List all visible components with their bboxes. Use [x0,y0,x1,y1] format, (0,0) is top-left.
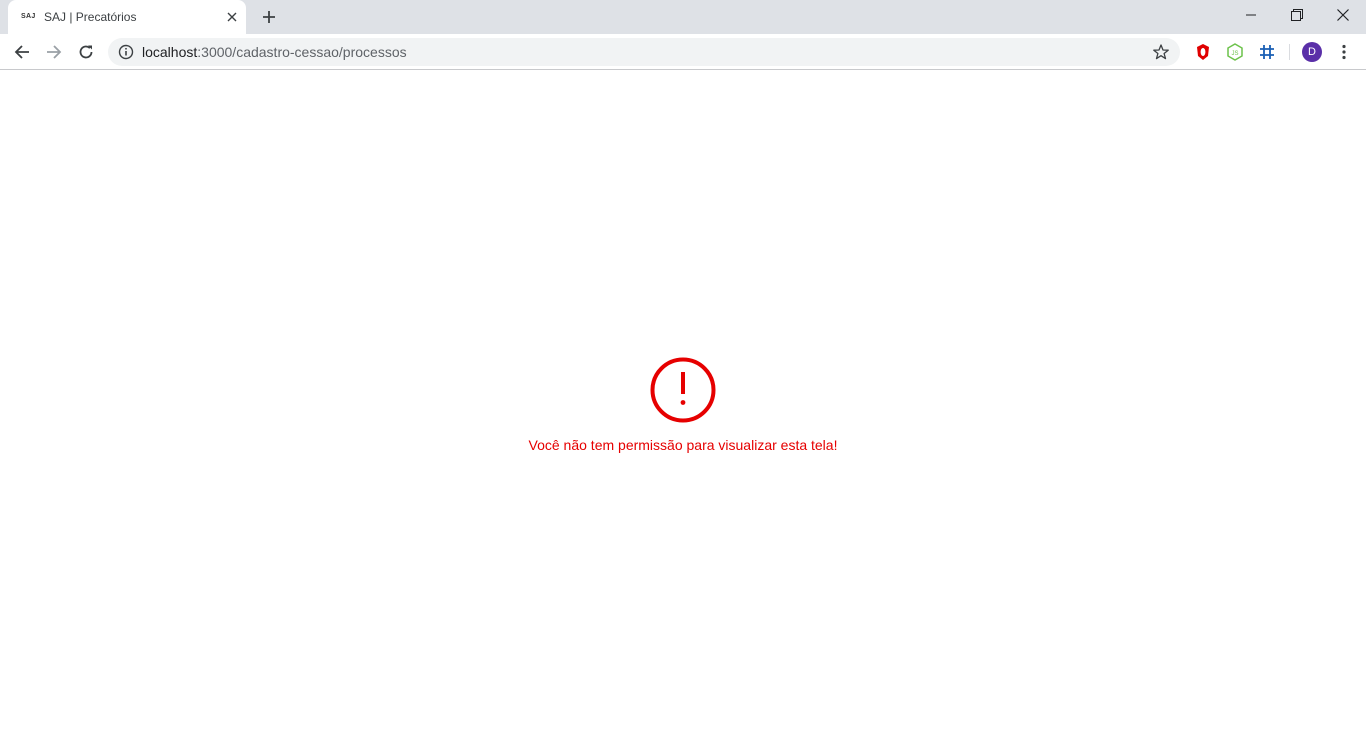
restore-window-icon[interactable] [1274,0,1320,30]
tab-favicon: SAJ [21,13,36,20]
address-bar[interactable]: localhost:3000/cadastro-cessao/processos [108,38,1180,66]
new-tab-icon[interactable] [259,7,279,27]
reload-icon[interactable] [72,38,100,66]
url-text[interactable]: localhost:3000/cadastro-cessao/processos [142,44,407,60]
minimize-window-icon[interactable] [1228,0,1274,30]
back-arrow-icon[interactable] [8,38,36,66]
site-info-icon[interactable] [118,44,134,60]
svg-text:JS: JS [1231,51,1238,57]
browser-tab[interactable]: SAJ SAJ | Precatórios [8,0,246,34]
url-host: localhost [142,44,198,60]
grid-extension-icon[interactable] [1258,43,1276,61]
nodejs-extension-icon[interactable]: JS [1226,43,1244,61]
bookmark-star-icon[interactable] [1152,43,1170,61]
opera-extension-icon[interactable] [1194,43,1212,61]
close-tab-icon[interactable] [224,9,240,25]
browser-toolbar: localhost:3000/cadastro-cessao/processos… [0,34,1366,70]
tab-title: SAJ | Precatórios [44,10,137,24]
close-window-icon[interactable] [1320,0,1366,30]
page-content: Você não tem permissão para visualizar e… [0,71,1366,738]
tab-strip: SAJ SAJ | Precatórios [0,0,1366,34]
exclamation-circle-icon [650,357,716,423]
permission-error-message: Você não tem permissão para visualizar e… [528,437,838,453]
forward-arrow-icon[interactable] [40,38,68,66]
toolbar-separator [1289,44,1290,60]
profile-avatar[interactable]: D [1302,42,1322,62]
url-path: :3000/cadastro-cessao/processos [197,44,407,60]
more-options-icon[interactable] [1335,42,1353,62]
